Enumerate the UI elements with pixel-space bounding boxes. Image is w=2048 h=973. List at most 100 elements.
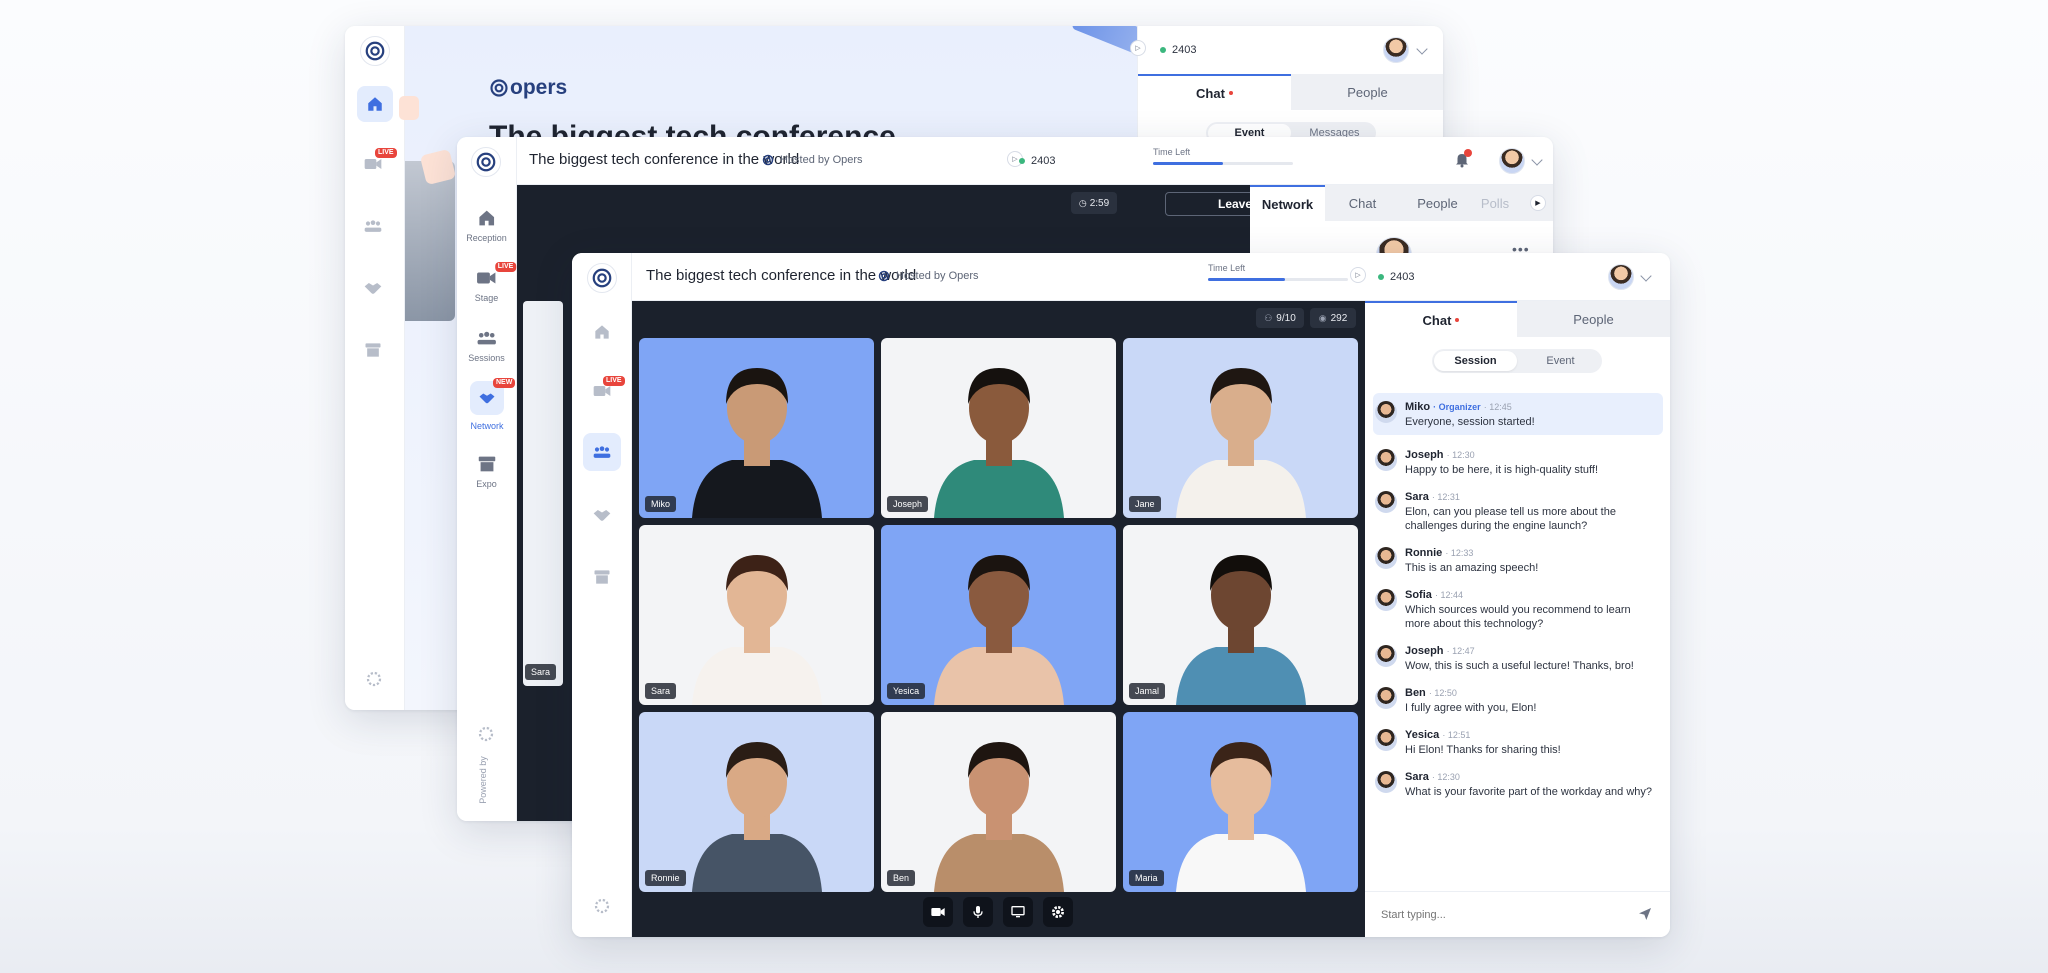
message-text: This is an amazing speech! (1405, 562, 1539, 574)
video-tile[interactable]: Yesica (881, 525, 1116, 705)
message-time: · 12:44 (1434, 590, 1463, 600)
sidebar-item-stage[interactable]: LIVE Stage (475, 262, 517, 303)
send-icon (1639, 908, 1651, 920)
mic-toggle-button[interactable] (963, 897, 993, 927)
message-avatar (1375, 449, 1397, 471)
subtab-event[interactable]: Event (1519, 349, 1602, 373)
microphone-icon (973, 906, 983, 918)
sidebar-item-expo[interactable]: Expo (476, 453, 498, 489)
store-icon (478, 456, 495, 472)
participant-name-label: Jamal (1129, 683, 1166, 699)
sidebar-item-stage[interactable]: LIVE (592, 376, 625, 406)
tab-chat[interactable]: Chat (1138, 74, 1291, 110)
notification-dot (1464, 149, 1472, 157)
message-author: Miko · Organizer · 12:45 (1405, 401, 1512, 413)
collapse-toggle[interactable]: ▷ (1350, 267, 1366, 283)
participant-photo (933, 368, 1064, 518)
front-header: The biggest tech conference in the world… (632, 253, 1670, 301)
chat-input[interactable] (1381, 906, 1621, 924)
tab-chat[interactable]: Chat (1365, 301, 1517, 337)
back-home-button[interactable] (357, 86, 393, 122)
participant-name-label: Sara (645, 683, 677, 699)
online-counter: 2403 (1160, 44, 1196, 56)
sidebar-item-sessions[interactable] (583, 433, 621, 471)
participant-name-label: Miko (645, 496, 677, 512)
spinner-logo-icon (594, 898, 610, 914)
message-avatar (1375, 771, 1397, 793)
back-network-button[interactable] (363, 278, 383, 303)
video-tile[interactable]: Ronnie (639, 712, 874, 892)
online-counter: 2403 (1378, 271, 1414, 283)
timer-chip: ◷ 2:59 (1071, 192, 1117, 214)
tab-network[interactable]: Network (1250, 185, 1325, 221)
video-tile[interactable]: Jamal (1123, 525, 1358, 705)
message-avatar (1375, 687, 1397, 709)
sidebar-item-home[interactable] (592, 322, 612, 347)
mid-video-tile: Sara (523, 301, 563, 686)
mid-sidebar: Reception LIVE Stage Sessions NEW Networ… (457, 137, 517, 821)
unread-dot (1228, 91, 1233, 95)
chevron-down-icon[interactable] (1416, 43, 1428, 55)
video-tile[interactable]: Ben (881, 712, 1116, 892)
sidebar-item-expo[interactable] (592, 567, 612, 592)
collapse-toggle[interactable]: ▷ (1130, 40, 1146, 56)
sidebar-item-reception[interactable]: Reception (466, 207, 507, 243)
event-title: The biggest tech conference in the world (529, 151, 800, 168)
clock-icon: ◷ (1078, 197, 1087, 208)
powered-by-label: Powered by (477, 756, 488, 804)
spinner-logo-icon (478, 726, 494, 742)
user-avatar[interactable] (1499, 148, 1525, 174)
participant-photo (1175, 555, 1306, 705)
user-avatar[interactable] (1608, 264, 1634, 290)
viewers-chip: ◉ 292 (1310, 308, 1356, 328)
video-tile[interactable]: Miko (639, 338, 874, 518)
app-logo-icon[interactable] (471, 147, 501, 177)
back-stage-button[interactable]: LIVE (363, 148, 397, 178)
message-text: Happy to be here, it is high-quality stu… (1405, 464, 1599, 476)
new-badge: NEW (493, 378, 516, 388)
chevron-down-icon[interactable] (1640, 270, 1652, 282)
message-author: Sofia · 12:44 (1405, 589, 1463, 601)
back-expo-button[interactable] (363, 340, 383, 365)
tab-people[interactable]: People (1517, 301, 1670, 337)
eye-icon: ◉ (1318, 312, 1327, 323)
settings-button[interactable] (1043, 897, 1073, 927)
sidebar-item-network[interactable]: NEW Network (465, 378, 516, 439)
screen-share-button[interactable] (1003, 897, 1033, 927)
back-sidebar: LIVE (345, 26, 405, 710)
user-avatar[interactable] (1383, 37, 1409, 63)
host-logo-icon (878, 270, 890, 282)
message-text: Everyone, session started! (1405, 416, 1535, 428)
video-tile[interactable]: Jane (1123, 338, 1358, 518)
chevron-down-icon[interactable] (1531, 154, 1543, 166)
participant-name-label: Maria (1129, 870, 1164, 886)
camera-toggle-button[interactable] (923, 897, 953, 927)
video-tile[interactable]: Joseph (881, 338, 1116, 518)
send-button[interactable] (1637, 906, 1653, 927)
video-tile[interactable]: Maria (1123, 712, 1358, 892)
video-tile[interactable]: Sara (639, 525, 874, 705)
participant-name-label: Jane (1129, 496, 1161, 512)
tab-chat[interactable]: Chat (1325, 185, 1400, 221)
participants-chip: ⚇ 9/10 (1256, 308, 1304, 328)
time-left-fill (1153, 162, 1223, 165)
app-logo-icon[interactable] (360, 36, 390, 66)
notification-button[interactable] (1453, 149, 1472, 174)
message-text: I fully agree with you, Elon! (1405, 702, 1537, 714)
home-icon (368, 97, 382, 111)
app-logo-icon[interactable] (587, 263, 617, 293)
chat-message-list: Miko · Organizer · 12:45 Everyone, sessio… (1373, 401, 1663, 841)
brand-logo: opers (489, 76, 567, 100)
video-grid: Miko Joseph Jane Sara Yesica Jamal Ronnie Ben Ma… (639, 338, 1359, 892)
tabs-scroll-right[interactable]: ▶ (1530, 195, 1546, 211)
back-sessions-button[interactable] (363, 216, 383, 241)
group-icon (364, 220, 382, 232)
tab-people[interactable]: People (1291, 74, 1443, 110)
mid-header: The biggest tech conference in the world… (517, 137, 1553, 185)
subtab-session[interactable]: Session (1434, 351, 1517, 371)
tab-people[interactable]: People (1400, 185, 1475, 221)
sidebar-item-network[interactable] (592, 505, 612, 530)
back-powered-icon (365, 670, 383, 693)
tab-polls[interactable]: Polls (1475, 185, 1515, 221)
sidebar-item-sessions[interactable]: Sessions (468, 327, 505, 363)
